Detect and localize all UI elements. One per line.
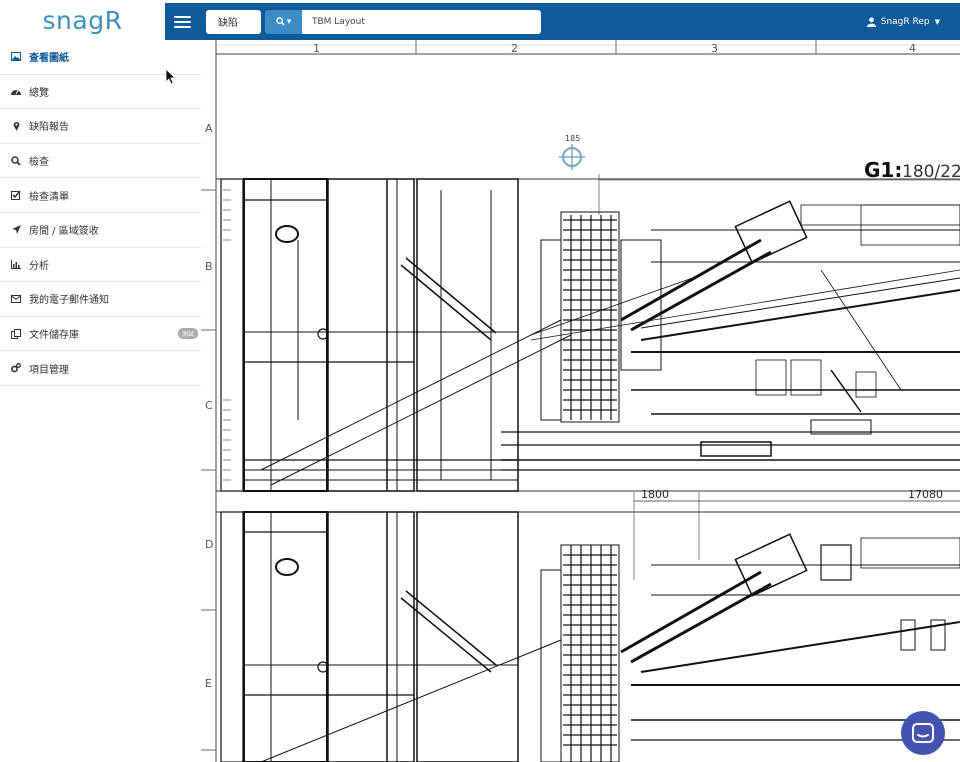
sidebar-item-label: 檢查 — [29, 157, 49, 169]
grid-column-label: 4 — [909, 42, 916, 55]
sidebar-item-email-notifications[interactable]: 我的電子郵件通知 — [0, 282, 201, 317]
tower-hatching — [563, 215, 617, 420]
caret-down-icon: ▾ — [286, 16, 292, 27]
user-name: SnagR Rep — [880, 16, 930, 27]
beta-badge: 測試 — [177, 327, 198, 339]
sidebar-item-room-signoff[interactable]: 房間 / 區域簽收 — [0, 213, 201, 248]
chat-icon — [912, 723, 934, 743]
sidebar-item-document-repository[interactable]: 文件儲存庫 測試 — [0, 317, 201, 352]
drawing-viewer[interactable]: 1 2 3 4 A B C D E 185 G1: 180/22 1800 17… — [201, 40, 960, 762]
search-icon — [275, 17, 285, 26]
defect-pin-marker[interactable]: 185 — [559, 134, 585, 170]
grid-column-label: 2 — [511, 42, 518, 55]
dimension-label: 17080 — [908, 488, 943, 501]
location-arrow-icon — [11, 225, 21, 235]
brand-logo[interactable]: snagR — [0, 0, 165, 40]
grid-column-label: 1 — [313, 42, 320, 55]
sidebar-item-label: 房間 / 區域簽收 — [29, 226, 99, 238]
mouse-cursor-icon — [166, 69, 176, 85]
dashboard-icon — [11, 86, 21, 96]
user-icon — [866, 16, 876, 27]
sidebar: 查看圖紙 總覽 缺陷報告 檢查 檢查清單 房間 / 區域簽收 分析 我的電子郵件… — [0, 40, 201, 762]
image-icon — [11, 52, 21, 62]
bar-chart-icon — [11, 259, 21, 269]
search-input[interactable] — [302, 9, 541, 34]
search-type-button[interactable]: ▾ — [265, 9, 302, 34]
sidebar-item-label: 缺陷報告 — [29, 122, 69, 134]
sidebar-item-label: 檢查清單 — [29, 191, 69, 203]
dimension-label: 1800 — [641, 488, 669, 501]
section-title: G1: — [864, 158, 902, 182]
drawing-svg[interactable]: 1 2 3 4 A B C D E 185 G1: 180/22 1800 17… — [201, 40, 960, 762]
sidebar-item-label: 分析 — [29, 260, 49, 272]
user-menu[interactable]: SnagR Rep ▼ — [866, 16, 940, 27]
grid-row-label: B — [205, 260, 213, 273]
sidebar-item-checklist[interactable]: 檢查清單 — [0, 178, 201, 213]
map-marker-icon — [11, 121, 21, 131]
grid-row-label: E — [205, 677, 212, 690]
sidebar-item-label: 總覽 — [29, 87, 49, 99]
hamburger-menu-icon[interactable] — [165, 3, 199, 40]
grid-row-label: C — [205, 399, 213, 412]
checkbox-icon — [11, 190, 21, 201]
cogs-icon — [11, 363, 21, 373]
app: snagR 缺陷 ▾ SnagR Rep ▼ 查看圖紙 總覽 缺陷報告 — [0, 0, 960, 762]
ruler-ticks — [223, 189, 231, 481]
sidebar-item-defect-report[interactable]: 缺陷報告 — [0, 109, 201, 144]
sidebar-item-label: 文件儲存庫 — [29, 330, 79, 342]
envelope-icon — [11, 294, 21, 304]
pin-label: 185 — [565, 134, 580, 143]
chat-launcher-button[interactable] — [901, 711, 945, 755]
sidebar-item-inspection[interactable]: 檢查 — [0, 144, 201, 179]
tower-hatching — [563, 545, 617, 762]
sidebar-item-label: 項目管理 — [29, 364, 69, 376]
grid-row-label: A — [205, 122, 213, 135]
filter-select[interactable]: 缺陷 — [206, 9, 261, 34]
grid-column-label: 3 — [711, 42, 718, 55]
sidebar-item-analysis[interactable]: 分析 — [0, 248, 201, 283]
logo-text: snagR — [42, 5, 123, 35]
files-icon — [11, 328, 21, 339]
grid-row-label: D — [205, 538, 213, 551]
caret-down-icon: ▼ — [934, 17, 940, 26]
sidebar-item-project-management[interactable]: 項目管理 — [0, 351, 201, 386]
search-icon — [11, 155, 21, 166]
sidebar-item-label: 我的電子郵件通知 — [29, 295, 109, 307]
sidebar-item-label: 查看圖紙 — [29, 53, 69, 65]
top-navbar: 缺陷 ▾ SnagR Rep ▼ — [165, 3, 960, 40]
